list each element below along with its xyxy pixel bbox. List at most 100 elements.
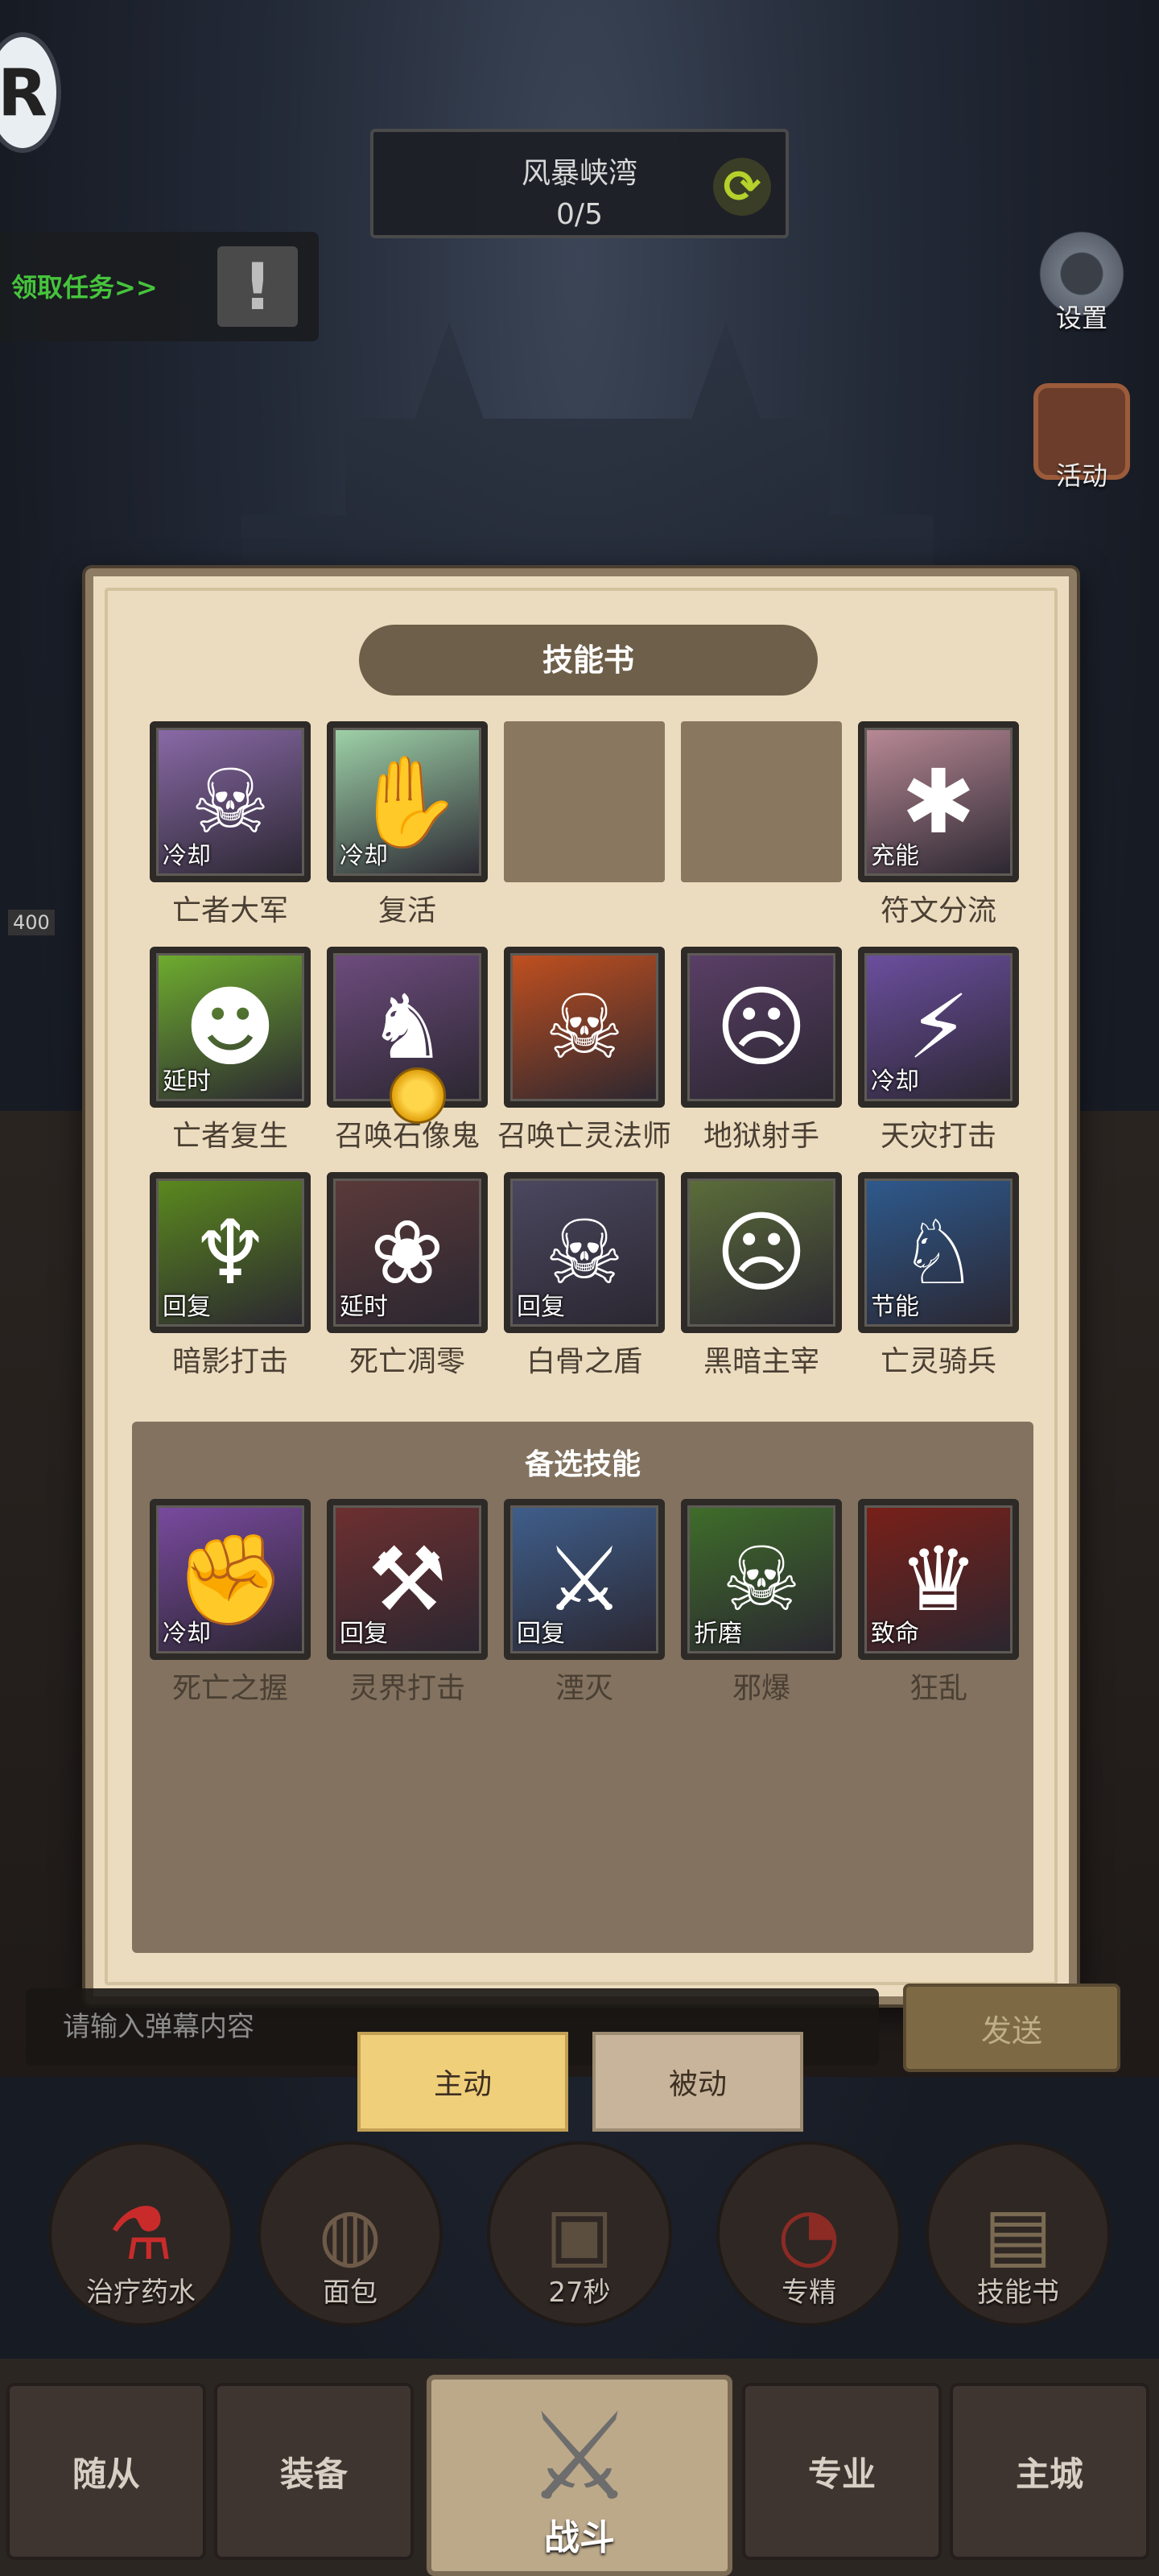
skill-icon[interactable]: ✱ 充能 (858, 721, 1019, 882)
modal-title: 技能书 (359, 625, 818, 696)
skill-tag: 冷却 (163, 842, 211, 870)
skill-tag: 回复 (517, 1620, 565, 1648)
skill-name: 黑暗主宰 (703, 1345, 819, 1378)
skill-slot[interactable]: ☠ 回复白骨之盾 (504, 1172, 665, 1380)
skill-tag: 节能 (871, 1293, 919, 1321)
skill-icon[interactable]: ☻ 延时 (150, 947, 311, 1108)
skill-icon[interactable]: ⚔ 回复 (504, 1499, 665, 1660)
skill-slot[interactable]: ☹ 地狱射手 (681, 947, 842, 1154)
skill-art-icon: ☹ (715, 1201, 808, 1304)
exclamation-icon[interactable]: ! (217, 246, 298, 327)
skill-name: 召唤亡灵法师 (497, 1120, 671, 1153)
stage-info: 风暴峡湾 0/5 ⟳ (370, 129, 789, 238)
alternate-skills-panel: 备选技能 ✊ 冷却 死亡之握 ⚒ 回复 灵界打击 ⚔ 回复 湮灭 ☠ 折磨 邪爆 ♛ 致命 狂乱 (132, 1422, 1033, 1953)
quick-item-label: 治疗药水 (86, 2277, 196, 2309)
send-button[interactable]: 发送 (903, 1984, 1120, 2072)
skill-icon[interactable]: ☠ 折磨 (681, 1499, 842, 1660)
skill-icon[interactable]: ♆ 回复 (150, 1172, 311, 1333)
empty-slot-box[interactable] (504, 721, 665, 882)
skill-icon[interactable]: ☠ (504, 947, 665, 1108)
bread-button[interactable]: ◍ 面包 (258, 2141, 443, 2326)
quick-item-label: 专精 (782, 2277, 836, 2309)
skill-slot[interactable]: ❀ 延时死亡凋零 (327, 1172, 488, 1380)
quest-bar[interactable]: 领取任务>> ! (0, 232, 319, 341)
alternate-skills-title: 备选技能 (524, 1448, 641, 1481)
skill-slot[interactable]: ⚒ 回复灵界打击 (327, 1499, 488, 1707)
coin-icon (390, 1067, 446, 1124)
skill-tag: 回复 (517, 1293, 565, 1321)
skill-name: 湮灭 (555, 1672, 613, 1705)
skill-slot[interactable]: ☻ 延时亡者复生 (150, 947, 311, 1154)
skill-icon[interactable]: ⚡ 冷却 (858, 947, 1019, 1108)
nav-equipment[interactable]: 装备 (214, 2383, 414, 2560)
crossed-swords-icon: ⚔ (525, 2388, 634, 2528)
skill-slot[interactable]: ♛ 致命狂乱 (858, 1499, 1019, 1707)
skill-icon[interactable]: ⚒ 回复 (327, 1499, 488, 1660)
skill-name: 亡灵骑兵 (880, 1345, 996, 1378)
skill-book-modal: 技能书 ☠ 冷却 亡者大军 ✋ 冷却 复活 ✱ 充能 符文分流 ☻ 延时 亡者复生 ♞ 召唤石像鬼 ☠ 召唤亡… (85, 568, 1077, 2004)
hp-tag: 400 (8, 910, 55, 935)
empty-slot-box[interactable] (681, 721, 842, 882)
skill-slot[interactable]: ✊ 冷却 死亡之握 (150, 1499, 311, 1707)
activity-button[interactable]: 活动 (1025, 383, 1138, 493)
skill-icon[interactable]: ✊ 冷却 (150, 1499, 311, 1660)
settings-label: 设置 (1055, 303, 1107, 333)
skill-slot[interactable]: ☠ 召唤亡灵法师 (497, 947, 671, 1154)
skill-name: 灵界打击 (349, 1672, 465, 1705)
skill-name: 亡者大军 (171, 894, 288, 927)
quick-item-label: 技能书 (977, 2277, 1059, 2309)
empty-skill-slot[interactable] (504, 721, 665, 882)
skill-icon[interactable]: ✋ 冷却 (327, 721, 488, 882)
tab-active-skills[interactable]: 主动 (357, 2032, 568, 2132)
skill-name: 白骨之盾 (526, 1345, 642, 1378)
skill-name: 暗影打击 (171, 1345, 288, 1378)
skill-icon[interactable]: ☹ (681, 1172, 842, 1333)
skill-name: 亡者复生 (171, 1120, 288, 1153)
skill-name: 死亡凋零 (349, 1345, 465, 1378)
skill-name: 天灾打击 (880, 1120, 996, 1153)
tab-passive-skills[interactable]: 被动 (592, 2032, 803, 2132)
skill-art-icon: ☹ (715, 976, 808, 1079)
skill-icon[interactable]: ☠ 冷却 (150, 721, 311, 882)
nav-profession[interactable]: 专业 (742, 2383, 942, 2560)
chest-button[interactable]: ▣ 27秒 (487, 2141, 672, 2326)
settings-button[interactable]: 设置 (1025, 225, 1138, 335)
skill-name: 符文分流 (880, 894, 996, 927)
skill-slot[interactable]: ☠ 冷却亡者大军 (150, 721, 311, 929)
skill-slot[interactable]: ♆ 回复暗影打击 (150, 1172, 311, 1380)
skill-slot[interactable]: ☠ 折磨 邪爆 (681, 1499, 842, 1707)
skill-tag: 回复 (163, 1293, 211, 1321)
skill-art-icon: ☠ (544, 976, 625, 1079)
refresh-icon[interactable]: ⟳ (713, 158, 771, 216)
nav-main-city[interactable]: 主城 (950, 2383, 1149, 2560)
skill-slot[interactable]: ♞ 召唤石像鬼 (327, 947, 488, 1154)
skill-icon[interactable]: ♘ 节能 (858, 1172, 1019, 1333)
skill-slot[interactable]: ✱ 充能符文分流 (858, 721, 1019, 929)
healing-potion-button[interactable]: ⚗ 治疗药水 (48, 2141, 233, 2326)
skill-tag: 延时 (340, 1293, 388, 1321)
empty-skill-slot[interactable] (681, 721, 842, 882)
skill-slot[interactable]: ☹ 黑暗主宰 (681, 1172, 842, 1380)
nav-battle[interactable]: ⚔ 战斗 (427, 2375, 732, 2576)
quest-link[interactable]: 领取任务>> (11, 267, 158, 304)
skill-slot[interactable]: ⚡ 冷却天灾打击 (858, 947, 1019, 1154)
skill-slot[interactable]: ✋ 冷却复活 (327, 721, 488, 929)
chest-timer: 27秒 (548, 2277, 611, 2309)
specialization-button[interactable]: ◔ 专精 (716, 2141, 901, 2326)
skill-icon[interactable]: ❀ 延时 (327, 1172, 488, 1333)
skill-book-button[interactable]: ▤ 技能书 (926, 2141, 1111, 2326)
skill-name: 复活 (377, 894, 436, 927)
skill-tag: 充能 (871, 842, 919, 870)
nav-follower[interactable]: 随从 (6, 2383, 206, 2560)
skill-tag: 回复 (340, 1620, 388, 1648)
skill-tag: 冷却 (340, 842, 388, 870)
skill-icon[interactable]: ☠ 回复 (504, 1172, 665, 1333)
skill-tag: 冷却 (871, 1067, 919, 1096)
skill-name: 地狱射手 (703, 1120, 819, 1153)
skill-name: 狂乱 (909, 1672, 967, 1705)
skill-slot[interactable]: ♘ 节能亡灵骑兵 (858, 1172, 1019, 1380)
skill-slot[interactable]: ⚔ 回复湮灭 (504, 1499, 665, 1707)
nav-battle-label: 战斗 (544, 2517, 615, 2558)
skill-icon[interactable]: ♛ 致命 (858, 1499, 1019, 1660)
skill-icon[interactable]: ☹ (681, 947, 842, 1108)
